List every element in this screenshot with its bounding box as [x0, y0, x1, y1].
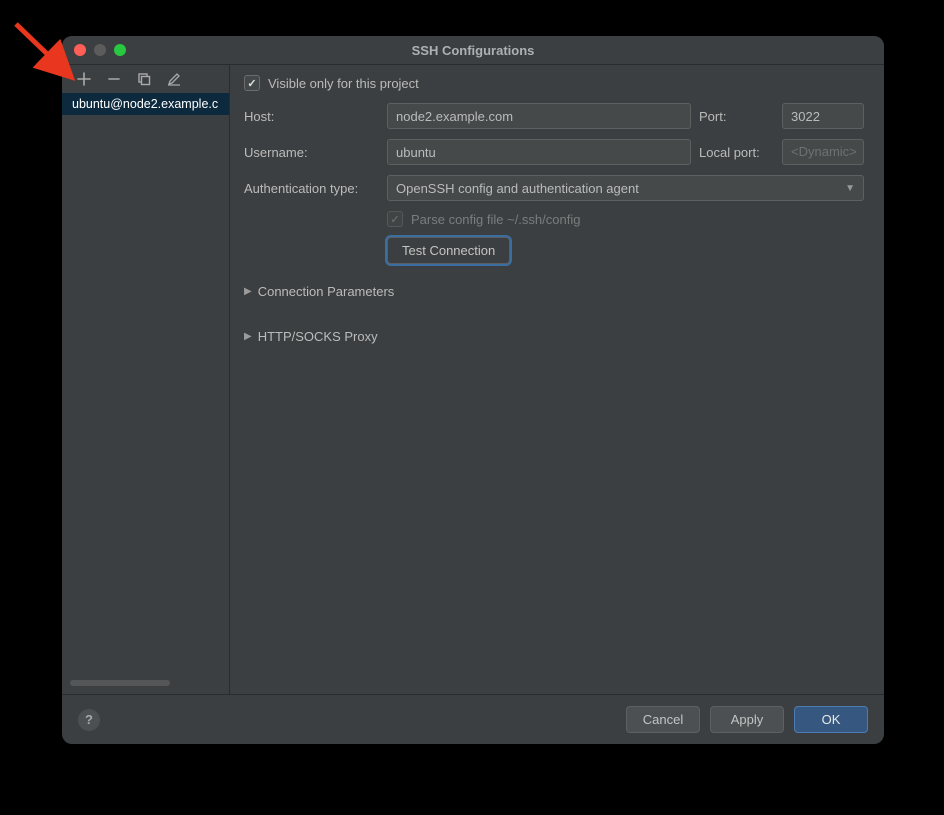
apply-button[interactable]: Apply [710, 706, 784, 733]
expander-label: Connection Parameters [258, 284, 395, 299]
ssh-config-dialog: SSH Configurations ubuntu@node2.example.… [62, 36, 884, 744]
add-icon[interactable] [76, 71, 92, 87]
config-sidebar: ubuntu@node2.example.c [62, 65, 230, 694]
remove-icon[interactable] [106, 71, 122, 87]
visible-only-checkbox[interactable]: Visible only for this project [244, 75, 864, 91]
chevron-right-icon: ▶ [244, 286, 252, 297]
dialog-footer: ? Cancel Apply OK [62, 694, 884, 744]
ok-button[interactable]: OK [794, 706, 868, 733]
config-item[interactable]: ubuntu@node2.example.c [62, 93, 229, 115]
host-label: Host: [244, 109, 379, 124]
test-connection-button[interactable]: Test Connection [387, 237, 510, 264]
details-panel: Visible only for this project Host: Port… [230, 65, 884, 694]
chevron-right-icon: ▶ [244, 331, 252, 342]
cancel-button[interactable]: Cancel [626, 706, 700, 733]
auth-type-select[interactable]: OpenSSH config and authentication agent … [387, 175, 864, 201]
titlebar: SSH Configurations [62, 36, 884, 64]
chevron-down-icon: ▼ [845, 183, 855, 194]
help-button[interactable]: ? [78, 709, 100, 731]
horizontal-scrollbar[interactable] [70, 680, 170, 686]
expander-label: HTTP/SOCKS Proxy [258, 329, 378, 344]
http-socks-proxy-expander[interactable]: ▶ HTTP/SOCKS Proxy [244, 329, 864, 344]
config-list: ubuntu@node2.example.c [62, 93, 229, 694]
visible-only-label: Visible only for this project [268, 76, 419, 91]
parse-config-checkbox [387, 211, 403, 227]
auth-type-label: Authentication type: [244, 181, 379, 196]
sidebar-toolbar [62, 65, 229, 93]
copy-icon[interactable] [136, 71, 152, 87]
checkbox-icon [244, 75, 260, 91]
username-label: Username: [244, 145, 379, 160]
auth-type-value: OpenSSH config and authentication agent [396, 181, 639, 196]
host-input[interactable] [387, 103, 691, 129]
edit-icon[interactable] [166, 71, 182, 87]
port-label: Port: [699, 109, 774, 124]
username-input[interactable] [387, 139, 691, 165]
window-title: SSH Configurations [62, 43, 884, 58]
port-input[interactable] [782, 103, 864, 129]
parse-config-label: Parse config file ~/.ssh/config [411, 212, 580, 227]
local-port-input[interactable]: <Dynamic> [782, 139, 864, 165]
local-port-label: Local port: [699, 145, 774, 160]
connection-parameters-expander[interactable]: ▶ Connection Parameters [244, 284, 864, 299]
